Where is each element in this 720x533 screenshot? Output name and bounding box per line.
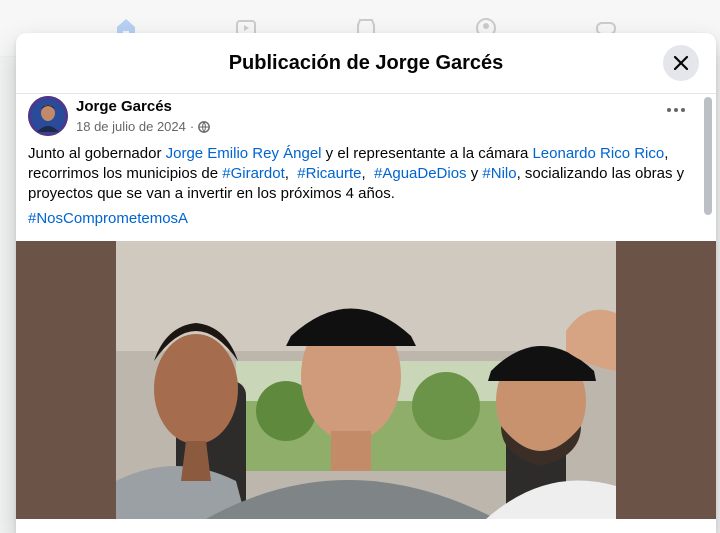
post-text-segment: y el representante a la cámara [321, 145, 533, 162]
post-meta: 18 de julio de 2024 · [76, 119, 211, 134]
modal-header: Publicación de Jorge Garcés [16, 33, 716, 94]
more-options-button[interactable] [662, 98, 690, 122]
globe-icon [198, 120, 211, 133]
post-text: Junto al gobernador Jorge Emilio Rey Áng… [28, 144, 693, 204]
hashtag-line: #NosComprometemosA [28, 209, 188, 229]
post-text-segment: y [466, 165, 483, 182]
scrollbar-thumb[interactable] [704, 97, 712, 215]
mention-link[interactable]: Jorge Emilio Rey Ángel [166, 145, 322, 162]
hashtag-link[interactable]: #NosComprometemosA [28, 210, 188, 227]
post-text-segment: Junto al gobernador [28, 145, 166, 162]
post-modal: Publicación de Jorge Garcés Jorge Garcés… [16, 33, 716, 533]
post-author[interactable]: Jorge Garcés [76, 98, 172, 115]
close-button[interactable] [663, 45, 699, 81]
post-text-segment: , [361, 165, 374, 182]
mention-link[interactable]: Leonardo Rico Rico [532, 145, 664, 162]
hashtag-link[interactable]: #Girardot [222, 165, 285, 182]
more-horizontal-icon [667, 108, 685, 112]
avatar[interactable] [28, 96, 68, 136]
post-footer-area [16, 519, 716, 533]
post-content: Jorge Garcés 18 de julio de 2024 · Junto… [16, 94, 716, 533]
post-header: Jorge Garcés 18 de julio de 2024 · [28, 96, 698, 140]
hashtag-link[interactable]: #Nilo [482, 165, 516, 182]
post-date[interactable]: 18 de julio de 2024 [76, 119, 186, 134]
close-icon [673, 55, 689, 71]
date-separator: · [189, 119, 195, 134]
hashtag-link[interactable]: #Ricaurte [297, 165, 361, 182]
post-text-segment: , [284, 165, 298, 182]
modal-title: Publicación de Jorge Garcés [228, 51, 504, 74]
post-photo-container[interactable] [16, 241, 716, 519]
hashtag-link[interactable]: #AguaDeDios [374, 165, 467, 182]
post-photo[interactable] [116, 241, 616, 519]
